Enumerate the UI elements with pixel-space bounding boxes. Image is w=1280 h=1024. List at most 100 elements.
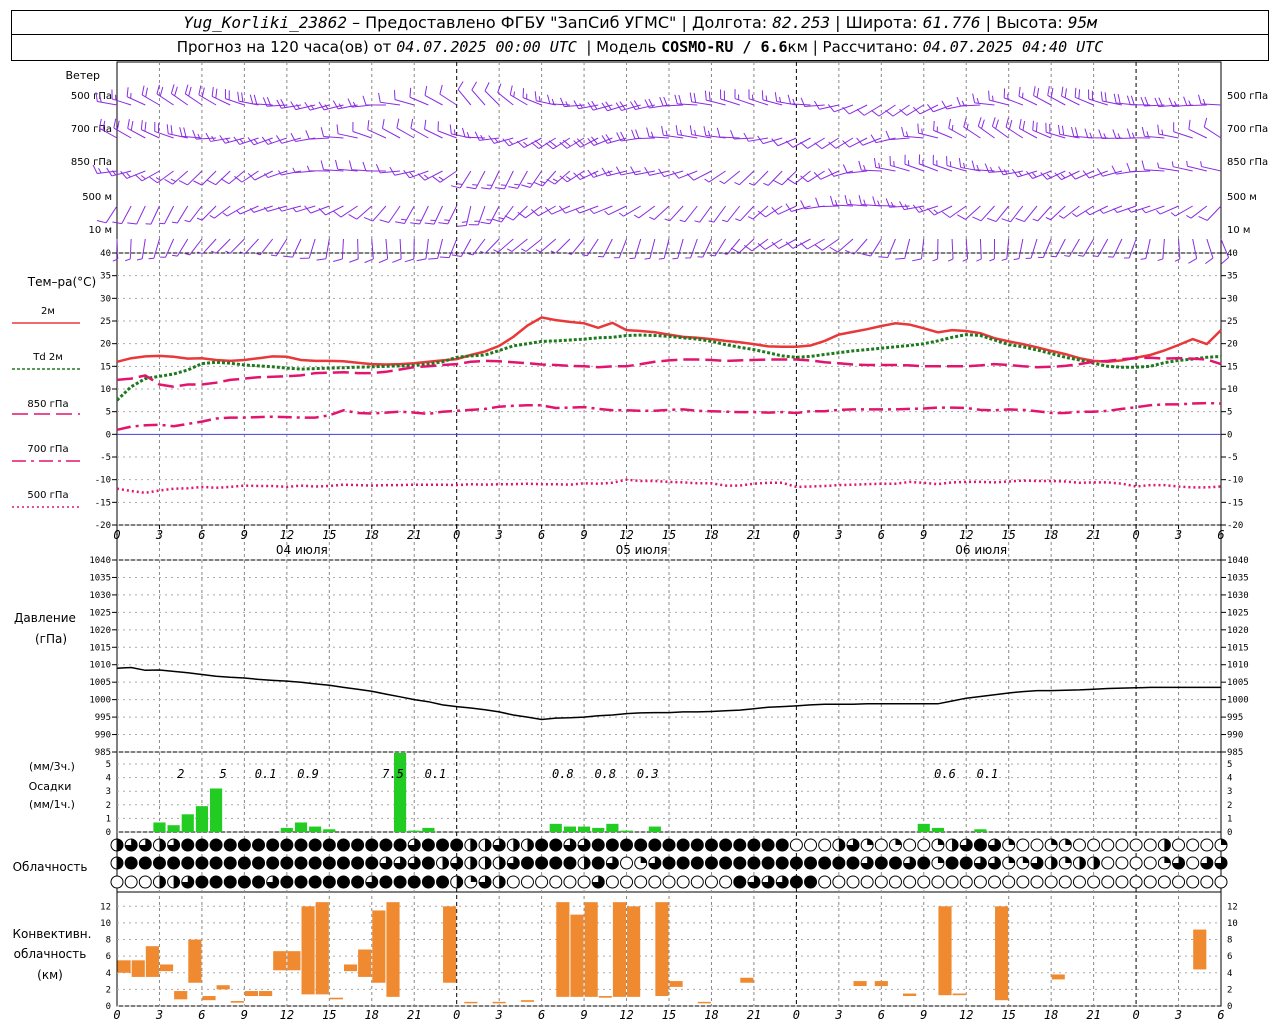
pressure-unit: (гПа) bbox=[35, 632, 67, 646]
pressure-tick-label-left: 1015 bbox=[89, 643, 111, 653]
conv-bar bbox=[145, 946, 159, 977]
cloud-fill-full bbox=[677, 839, 690, 851]
precip-tick-label-right: 2 bbox=[1227, 801, 1232, 811]
cloud-symbol bbox=[1016, 838, 1030, 852]
conv-bar bbox=[853, 981, 867, 987]
cloud-symbol bbox=[1186, 838, 1200, 852]
pressure-tick-label-right: 1025 bbox=[1227, 608, 1249, 618]
wind-barb bbox=[154, 121, 174, 139]
x-tick-label-bottom: 3 bbox=[495, 1008, 503, 1022]
precip-tick-label-left: 2 bbox=[106, 801, 111, 811]
pressure-tick-label-left: 1035 bbox=[89, 573, 111, 583]
conv-bar bbox=[202, 996, 216, 1001]
cloud-symbol bbox=[888, 875, 902, 889]
wind-barb bbox=[148, 238, 160, 260]
cloud-fill-full bbox=[238, 857, 251, 869]
cloud-symbol bbox=[1143, 856, 1157, 870]
precip-tick-label-right: 4 bbox=[1227, 774, 1232, 784]
precip-tick-label-left: 4 bbox=[106, 774, 111, 784]
wind-barb bbox=[686, 170, 712, 181]
wind-barb bbox=[1141, 160, 1165, 172]
cloud-fill-full bbox=[195, 876, 208, 888]
cloud-symbol bbox=[1072, 875, 1086, 889]
precip-tick-label-left: 0 bbox=[106, 828, 111, 838]
cloud-fill-quarter bbox=[937, 839, 944, 845]
cloud-symbol bbox=[1172, 875, 1186, 889]
x-tick-label: 0 bbox=[1132, 528, 1139, 542]
wind-barb bbox=[304, 205, 330, 214]
cloud-fill-half bbox=[470, 857, 477, 869]
precip-title: Осадки bbox=[29, 780, 72, 793]
wind-barb bbox=[799, 238, 825, 250]
precip-tick-label-right: 0 bbox=[1227, 828, 1232, 838]
cloud-fill-full bbox=[776, 857, 789, 869]
cloud-symbol bbox=[1072, 838, 1086, 852]
cloud-fill-full bbox=[210, 857, 223, 869]
cloud-fill-half bbox=[117, 839, 123, 851]
pressure-tick-label-right: 1030 bbox=[1227, 591, 1249, 601]
wind-barb bbox=[1038, 238, 1052, 258]
wind-barb bbox=[1157, 124, 1179, 139]
x-tick-label: 6 bbox=[1217, 528, 1224, 542]
conv-bar bbox=[874, 981, 888, 987]
wind-barb bbox=[675, 125, 698, 139]
pressure-tick-label-left: 985 bbox=[95, 748, 111, 758]
cloud-fill-full bbox=[323, 839, 336, 851]
cloud-symbol bbox=[903, 838, 917, 852]
cloud-symbol bbox=[1115, 875, 1129, 889]
wind-barb bbox=[1188, 119, 1208, 139]
pressure-tick-label-left: 995 bbox=[95, 713, 111, 723]
cloud-fill-quarter bbox=[1065, 839, 1072, 845]
cloud-fill-full bbox=[323, 857, 336, 869]
cloud-fill-full bbox=[295, 857, 307, 869]
wind-barb bbox=[378, 92, 401, 106]
cloud-symbol bbox=[1101, 838, 1115, 852]
cloud-fill-full bbox=[677, 857, 690, 869]
cloud-symbol bbox=[789, 838, 803, 852]
cloud-fill-half bbox=[584, 857, 591, 869]
temp-tick-label-left: 10 bbox=[100, 385, 111, 395]
wind-barb bbox=[870, 134, 896, 144]
wind-barb bbox=[1141, 205, 1165, 214]
pressure-tick-label-right: 985 bbox=[1227, 748, 1243, 758]
wind-level-label-left: 850 гПа bbox=[71, 157, 112, 168]
cloud-fill-half bbox=[1093, 857, 1100, 869]
wind-barb bbox=[348, 160, 372, 172]
cloud-symbol bbox=[1101, 856, 1115, 870]
cloud-symbol bbox=[506, 875, 520, 889]
wind-barb bbox=[845, 238, 868, 255]
precip-unit-3h: (мм/3ч.) bbox=[29, 760, 75, 773]
cloud-symbol bbox=[1087, 875, 1101, 889]
x-tick-label-bottom: 6 bbox=[198, 1008, 205, 1022]
precip-bar bbox=[210, 788, 223, 832]
wind-barb bbox=[533, 170, 557, 187]
x-tick-label-bottom: 15 bbox=[322, 1008, 336, 1022]
temp-tick-label-left: 5 bbox=[106, 408, 111, 418]
conv-tick-label-right: 8 bbox=[1227, 936, 1232, 946]
cloud-fill-full bbox=[224, 876, 237, 888]
cloud-fill-quarter bbox=[1008, 839, 1015, 845]
x-tick-label-bottom: 0 bbox=[113, 1008, 120, 1022]
precip-3h-sum: 0.8 bbox=[594, 767, 616, 781]
wind-barb bbox=[573, 100, 599, 110]
cloud-symbol bbox=[1087, 838, 1101, 852]
cloud-fill-quarter bbox=[895, 839, 902, 845]
cloud-fill-full bbox=[648, 839, 661, 851]
cloud-fill-quarter bbox=[1221, 839, 1227, 845]
cloud-fill-half bbox=[117, 857, 123, 869]
wind-barb bbox=[932, 238, 939, 262]
precip-tick-label-left: 5 bbox=[106, 760, 111, 770]
wind-barb bbox=[827, 104, 854, 113]
wind-barb bbox=[363, 205, 387, 222]
wind-barb bbox=[988, 90, 1009, 106]
conv-bar bbox=[598, 996, 612, 998]
conv-bar bbox=[740, 977, 754, 983]
wind-barb bbox=[378, 238, 389, 264]
wind-barb bbox=[646, 127, 670, 139]
conv-tick-label-left: 4 bbox=[106, 969, 111, 979]
wind-barb bbox=[333, 238, 344, 262]
temp-tick-label-right: -20 bbox=[1227, 521, 1243, 531]
temp-tick-label-right: 40 bbox=[1227, 249, 1238, 259]
cloud-symbol bbox=[620, 856, 634, 870]
wind-barb bbox=[224, 89, 245, 106]
